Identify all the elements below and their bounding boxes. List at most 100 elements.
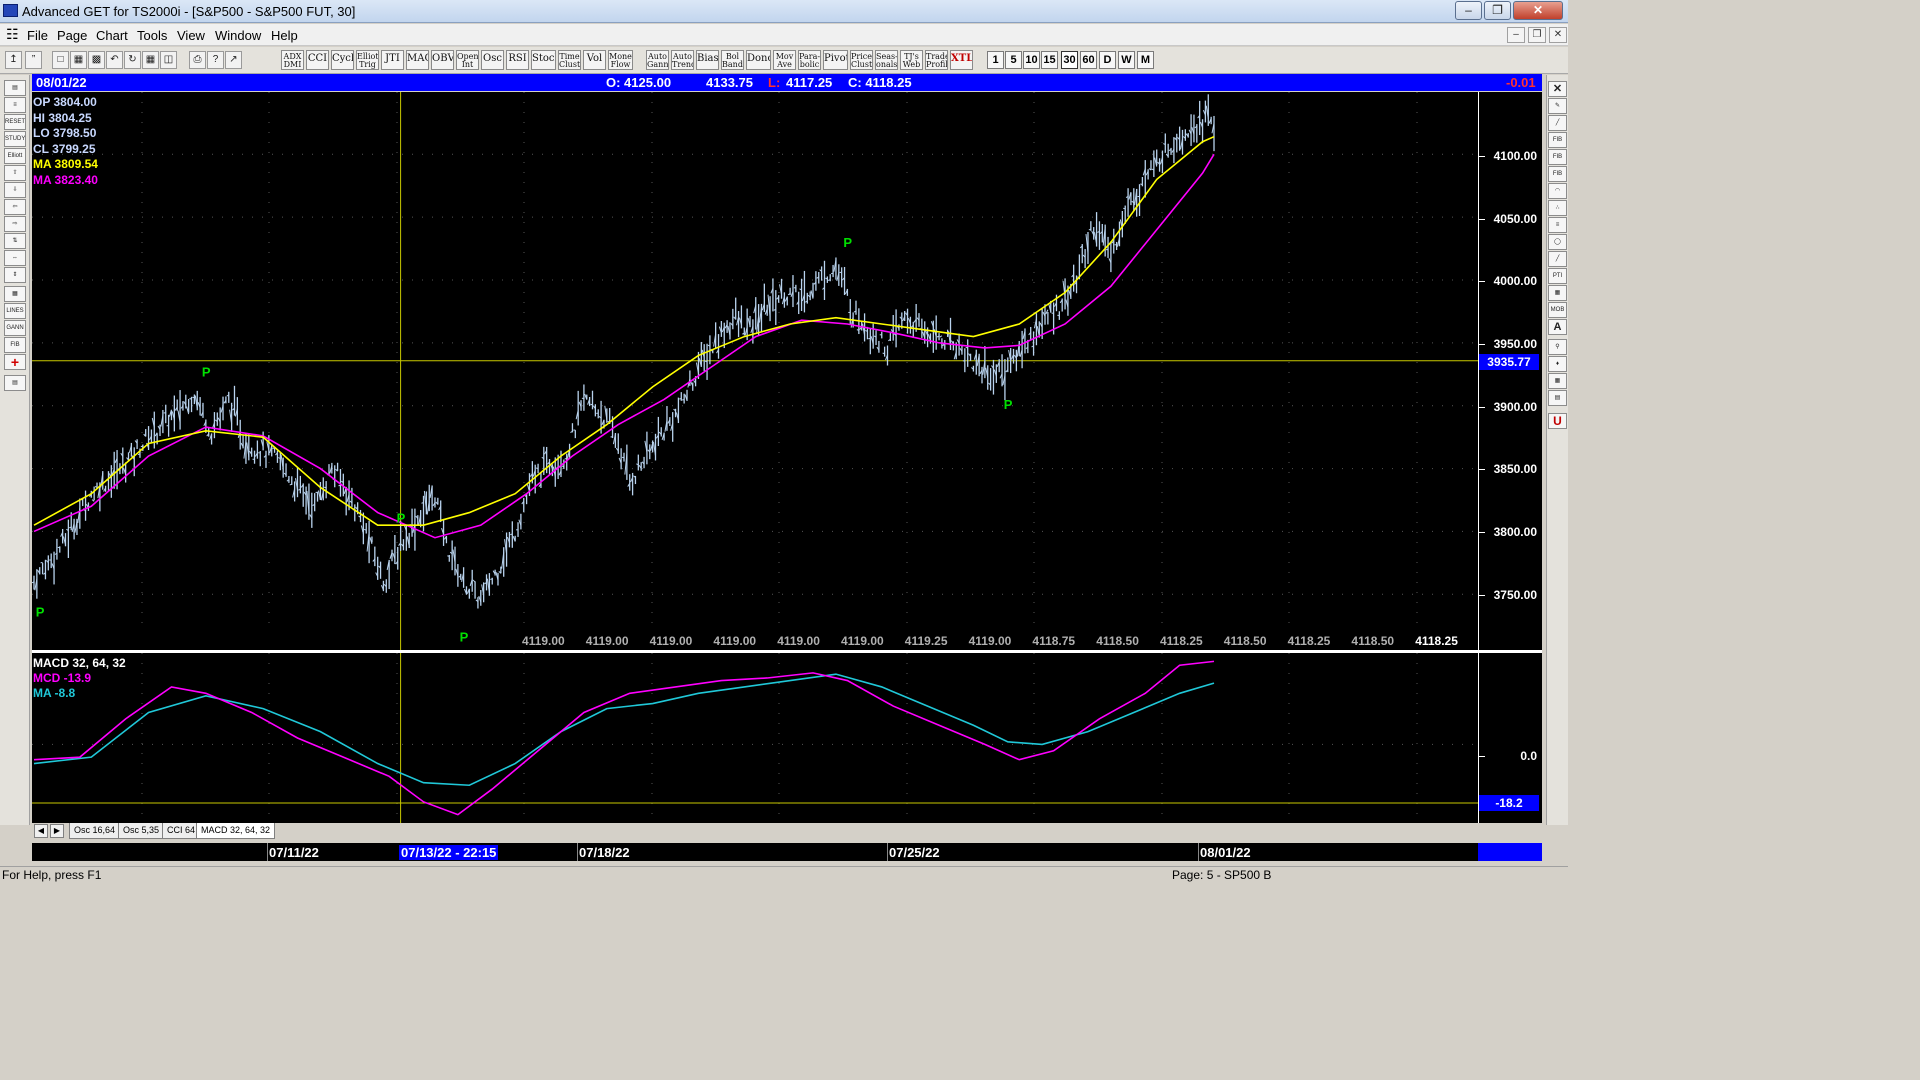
- tab-macd[interactable]: MACD 32, 64, 32: [196, 823, 276, 839]
- study-cci-button[interactable]: CCI: [306, 50, 329, 70]
- tab-osc-16-64[interactable]: Osc 16,64: [69, 823, 121, 839]
- study-rsi-button[interactable]: RSI: [506, 50, 529, 70]
- menu-tools[interactable]: Tools: [137, 28, 167, 43]
- pti-tool-icon[interactable]: PTI: [1548, 268, 1567, 284]
- pencil-tool-icon[interactable]: ✎: [1548, 98, 1567, 114]
- properties-tool-icon[interactable]: ▤: [4, 375, 26, 391]
- study-tool-icon[interactable]: STUDY: [4, 131, 26, 147]
- maximize-button[interactable]: ❐: [1484, 1, 1511, 20]
- study-cycles-button[interactable]: Cycles: [331, 50, 354, 70]
- study-open-int-button[interactable]: Open Int: [456, 50, 479, 70]
- text-tool-icon[interactable]: A: [1548, 319, 1567, 335]
- arrow-up-icon[interactable]: ⇧: [4, 165, 26, 181]
- pointer-icon[interactable]: ↥: [5, 51, 22, 69]
- expand-horizontal-icon[interactable]: ⇔: [4, 250, 26, 266]
- menu-help[interactable]: Help: [271, 28, 298, 43]
- reset-tool-icon[interactable]: RESET: [4, 114, 26, 130]
- menu-window[interactable]: Window: [215, 28, 261, 43]
- interval-1-button[interactable]: 1: [987, 51, 1004, 69]
- fib-time-tool-icon[interactable]: FIB: [1548, 166, 1567, 182]
- grid-tool-icon[interactable]: ▦: [4, 286, 26, 302]
- study-vol-button[interactable]: Vol: [583, 50, 606, 70]
- macd-pane[interactable]: MACD 32, 64, 32 MCD -13.9 MA -8.8: [32, 653, 1478, 823]
- open-file-icon[interactable]: ▤: [4, 80, 26, 96]
- interval-10-button[interactable]: 10: [1023, 51, 1040, 69]
- undo-tool-icon[interactable]: U: [1548, 413, 1567, 429]
- study-mov-ave-button[interactable]: Mov Ave: [773, 50, 796, 70]
- fan-tool-icon[interactable]: ∴: [1548, 200, 1567, 216]
- lines-tool-icon[interactable]: LINES: [4, 303, 26, 319]
- marker-tool-icon[interactable]: ♦: [1548, 356, 1567, 372]
- date-axis[interactable]: 07/11/22 07/13/22 - 22:15 07/18/22 07/25…: [32, 843, 1478, 861]
- zoom-tool-icon[interactable]: ⚲: [1548, 339, 1567, 355]
- interval-monthly-button[interactable]: M: [1137, 51, 1154, 69]
- study-bias-button[interactable]: Bias: [696, 50, 719, 70]
- refresh-icon[interactable]: ↻: [124, 51, 141, 69]
- study-macd-button[interactable]: MACD: [406, 50, 429, 70]
- interval-daily-button[interactable]: D: [1099, 51, 1116, 69]
- price-chart-pane[interactable]: PPPPPP OP 3804.00 HI 3804.25 LO 3798.50 …: [32, 92, 1478, 650]
- study-stoch-button[interactable]: Stoch: [531, 50, 556, 70]
- fib-tool-icon[interactable]: FIB: [4, 337, 26, 353]
- layout-icon[interactable]: ◫: [160, 51, 177, 69]
- close-button[interactable]: ✕: [1513, 1, 1563, 20]
- menu-view[interactable]: View: [177, 28, 205, 43]
- study-money-flow-button[interactable]: Money Flow: [608, 50, 633, 70]
- minimize-button[interactable]: –: [1455, 1, 1482, 20]
- study-donch-button[interactable]: Donch: [746, 50, 771, 70]
- new-page-icon[interactable]: □: [52, 51, 69, 69]
- save-icon[interactable]: ▩: [88, 51, 105, 69]
- study-elliott-trig-button[interactable]: Elliott Trig: [356, 50, 379, 70]
- quote-icon[interactable]: ”: [25, 51, 42, 69]
- tip-icon[interactable]: ?: [207, 51, 224, 69]
- study-seasonals-button[interactable]: Seas-onals: [875, 50, 898, 70]
- study-auto-trend-button[interactable]: Auto Trend: [671, 50, 694, 70]
- arrow-right-icon[interactable]: ⇨: [4, 216, 26, 232]
- price-axis[interactable]: 4100.00 4050.00 4000.00 3950.00 3900.00 …: [1478, 92, 1542, 650]
- menu-chart[interactable]: Chart: [96, 28, 128, 43]
- back-icon[interactable]: ↶: [106, 51, 123, 69]
- study-auto-gann-button[interactable]: Auto Gann: [646, 50, 669, 70]
- grid-icon[interactable]: ▦: [142, 51, 159, 69]
- help-icon[interactable]: ↗: [225, 51, 242, 69]
- fib-ret-tool-icon[interactable]: FIB: [1548, 132, 1567, 148]
- study-tjs-web-button[interactable]: TJ's Web: [900, 50, 923, 70]
- tab-cci-64[interactable]: CCI 64: [162, 823, 201, 839]
- mob-tool-icon[interactable]: MOB: [1548, 302, 1567, 318]
- study-jti-button[interactable]: JTI: [381, 50, 404, 70]
- line-tool-icon[interactable]: ╱: [1548, 115, 1567, 131]
- interval-5-button[interactable]: 5: [1005, 51, 1022, 69]
- study-bol-band-button[interactable]: Bol Band: [721, 50, 744, 70]
- menu-file[interactable]: File: [27, 28, 48, 43]
- study-parabolic-button[interactable]: Para-bolic: [798, 50, 821, 70]
- study-adx-dmi-button[interactable]: ADX DMI: [281, 50, 304, 70]
- mdi-close-button[interactable]: ✕: [1549, 27, 1567, 43]
- mdi-restore-button[interactable]: ❐: [1528, 27, 1546, 43]
- print-icon[interactable]: ⎙: [189, 51, 206, 69]
- study-obv-button[interactable]: OBV: [431, 50, 454, 70]
- crosshair-tool-icon[interactable]: +: [4, 354, 26, 370]
- arrow-down-icon[interactable]: ⇩: [4, 182, 26, 198]
- tab-scroll-right-icon[interactable]: ▶: [50, 824, 64, 838]
- bars-tool-icon[interactable]: ≡: [4, 97, 26, 113]
- menu-page[interactable]: Page: [57, 28, 87, 43]
- delete-tool-icon[interactable]: ✕: [1548, 81, 1567, 97]
- mdi-minimize-button[interactable]: –: [1507, 27, 1525, 43]
- study-time-clust-button[interactable]: Time Clust: [558, 50, 581, 70]
- calc-tool-icon[interactable]: ▦: [1548, 373, 1567, 389]
- expand-vertical-icon[interactable]: ⇕: [4, 267, 26, 283]
- interval-30-button[interactable]: 30: [1061, 51, 1078, 69]
- interval-15-button[interactable]: 15: [1041, 51, 1058, 69]
- interval-weekly-button[interactable]: W: [1118, 51, 1135, 69]
- tab-osc-5-35[interactable]: Osc 5,35: [118, 823, 165, 839]
- table-tool-icon[interactable]: ▦: [1548, 285, 1567, 301]
- study-pivot-button[interactable]: Pivot: [823, 50, 848, 70]
- macd-axis[interactable]: 0.0 -18.2: [1478, 653, 1542, 823]
- gann-tool-icon[interactable]: GANN: [4, 320, 26, 336]
- open-icon[interactable]: ▦: [70, 51, 87, 69]
- compress-icon[interactable]: ⇅: [4, 233, 26, 249]
- arrow-left-icon[interactable]: ⇦: [4, 199, 26, 215]
- ellipse-tool-icon[interactable]: ◯: [1548, 234, 1567, 250]
- interval-60-button[interactable]: 60: [1080, 51, 1097, 69]
- study-price-clust-button[interactable]: Price Clust: [850, 50, 873, 70]
